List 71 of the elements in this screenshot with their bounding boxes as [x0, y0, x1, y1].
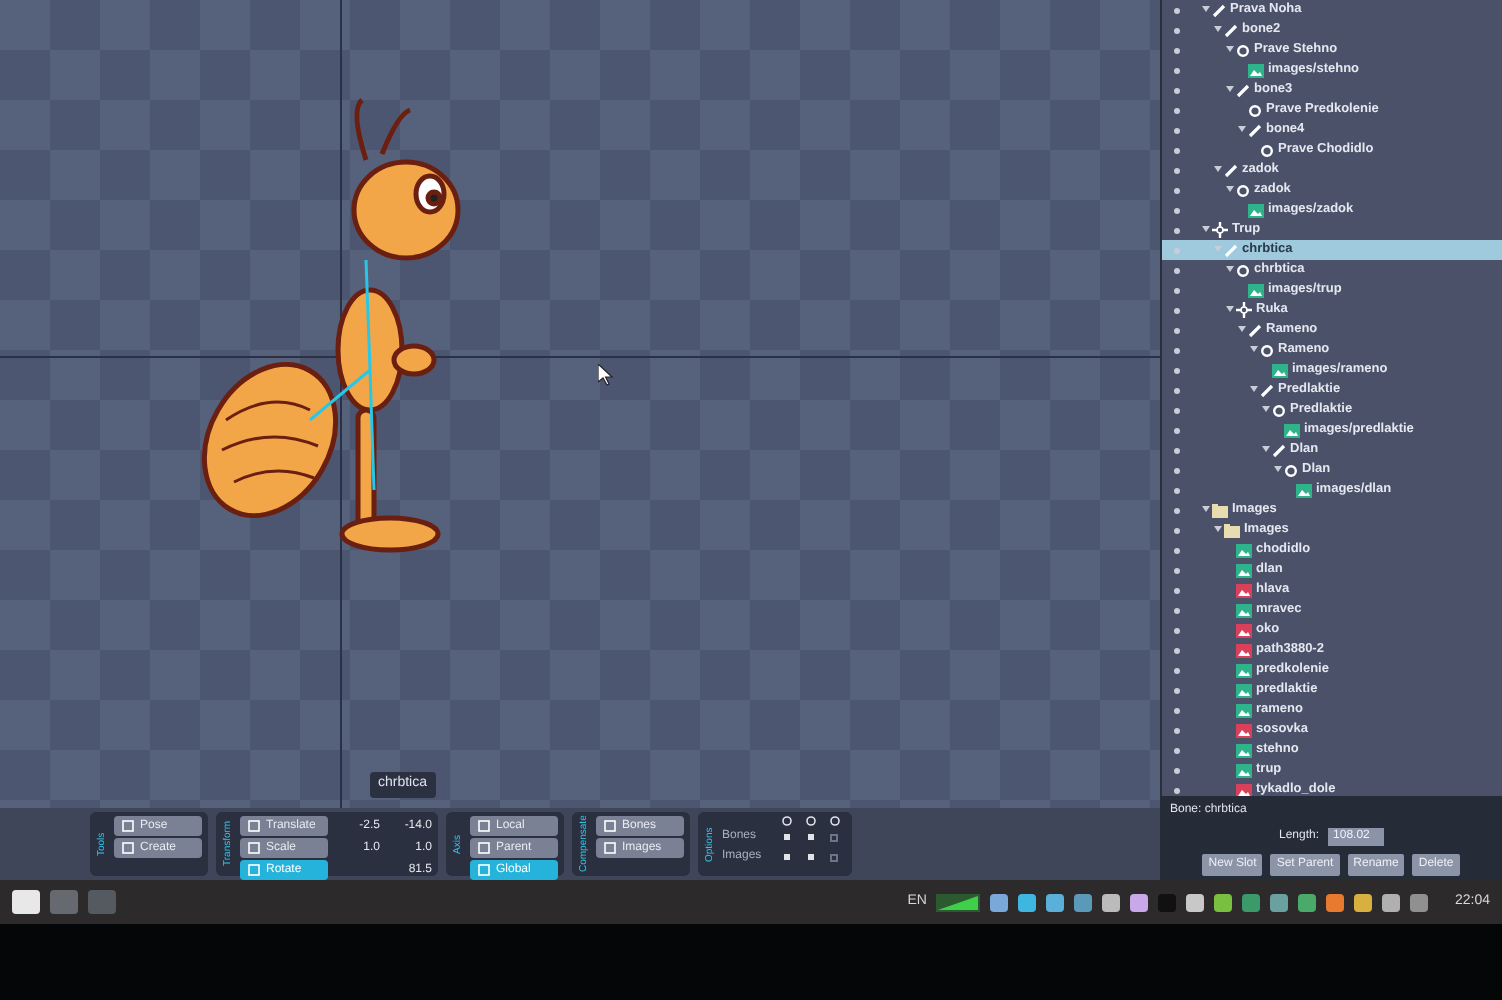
visibility-dot-icon[interactable]	[1173, 247, 1179, 253]
expand-caret-icon[interactable]	[1214, 166, 1224, 174]
visibility-dot-icon[interactable]	[1173, 227, 1179, 233]
expand-caret-icon[interactable]	[1262, 446, 1272, 454]
visibility-dot-icon[interactable]	[1173, 407, 1179, 413]
signal-bars-icon	[936, 893, 981, 911]
visibility-dot-icon[interactable]	[1173, 707, 1179, 713]
visibility-dot-icon[interactable]	[1173, 127, 1179, 133]
folder-icon	[1224, 523, 1240, 537]
slot-circle-icon	[1284, 463, 1298, 477]
crosshair-icon	[1236, 302, 1252, 318]
expand-caret-icon[interactable]	[1226, 86, 1236, 94]
visibility-dot-icon[interactable]	[1173, 507, 1179, 513]
visibility-dot-icon[interactable]	[1173, 7, 1179, 13]
visibility-dot-icon[interactable]	[1173, 787, 1179, 793]
visibility-dot-icon[interactable]	[1173, 747, 1179, 753]
slot-circle-icon	[1236, 263, 1250, 277]
expand-caret-icon[interactable]	[1202, 506, 1212, 514]
expand-caret-icon[interactable]	[1226, 306, 1236, 314]
visibility-dot-icon[interactable]	[1173, 447, 1179, 453]
expand-caret-icon[interactable]	[1226, 46, 1236, 54]
expand-caret-icon[interactable]	[1250, 346, 1260, 354]
folder-icon	[1212, 503, 1228, 517]
visibility-dot-icon[interactable]	[1173, 647, 1179, 653]
visibility-dot-icon[interactable]	[1173, 727, 1179, 733]
visibility-dot-icon[interactable]	[1173, 607, 1179, 613]
crosshair-icon	[1212, 222, 1228, 238]
visibility-dot-icon[interactable]	[1173, 767, 1179, 773]
visibility-dot-icon[interactable]	[1173, 27, 1179, 33]
visibility-dot-icon[interactable]	[1173, 347, 1179, 353]
visibility-dot-icon[interactable]	[1173, 547, 1179, 553]
expand-caret-icon[interactable]	[1214, 26, 1224, 34]
expand-caret-icon[interactable]	[1226, 266, 1236, 274]
visibility-dot-icon[interactable]	[1173, 627, 1179, 633]
expand-caret-icon[interactable]	[1226, 186, 1236, 194]
expand-caret-icon[interactable]	[1262, 406, 1272, 414]
slot-circle-icon	[1236, 183, 1250, 197]
visibility-dot-icon[interactable]	[1173, 427, 1179, 433]
visibility-dot-icon[interactable]	[1173, 187, 1179, 193]
visibility-dot-icon[interactable]	[1173, 487, 1179, 493]
expand-caret-icon[interactable]	[1214, 526, 1224, 534]
visibility-dot-icon[interactable]	[1173, 327, 1179, 333]
slot-circle-icon	[1248, 103, 1262, 117]
expand-caret-icon[interactable]	[1238, 126, 1248, 134]
slot-circle-icon	[1272, 403, 1286, 417]
visibility-dot-icon[interactable]	[1173, 67, 1179, 73]
visibility-dot-icon[interactable]	[1173, 167, 1179, 173]
expand-caret-icon[interactable]	[1238, 326, 1248, 334]
visibility-dot-icon[interactable]	[1173, 87, 1179, 93]
visibility-dot-icon[interactable]	[1173, 567, 1179, 573]
expand-caret-icon[interactable]	[1250, 386, 1260, 394]
expand-caret-icon[interactable]	[1202, 6, 1212, 14]
visibility-dot-icon[interactable]	[1173, 147, 1179, 153]
visibility-dot-icon[interactable]	[1173, 527, 1179, 533]
visibility-dot-icon[interactable]	[1173, 107, 1179, 113]
slot-circle-icon	[1260, 343, 1274, 357]
visibility-dot-icon[interactable]	[1173, 267, 1179, 273]
visibility-dot-icon[interactable]	[1173, 587, 1179, 593]
slot-circle-icon	[1236, 43, 1250, 57]
visibility-dot-icon[interactable]	[1173, 467, 1179, 473]
visibility-dot-icon[interactable]	[1173, 667, 1179, 673]
expand-caret-icon[interactable]	[1274, 466, 1284, 474]
visibility-dot-icon[interactable]	[1173, 207, 1179, 213]
visibility-dot-icon[interactable]	[1173, 287, 1179, 293]
expand-caret-icon[interactable]	[1202, 226, 1212, 234]
visibility-dot-icon[interactable]	[1173, 687, 1179, 693]
visibility-dot-icon[interactable]	[1173, 367, 1179, 373]
visibility-dot-icon[interactable]	[1173, 47, 1179, 53]
visibility-dot-icon[interactable]	[1173, 387, 1179, 393]
slot-circle-icon	[1260, 143, 1274, 157]
visibility-dot-icon[interactable]	[1173, 307, 1179, 313]
